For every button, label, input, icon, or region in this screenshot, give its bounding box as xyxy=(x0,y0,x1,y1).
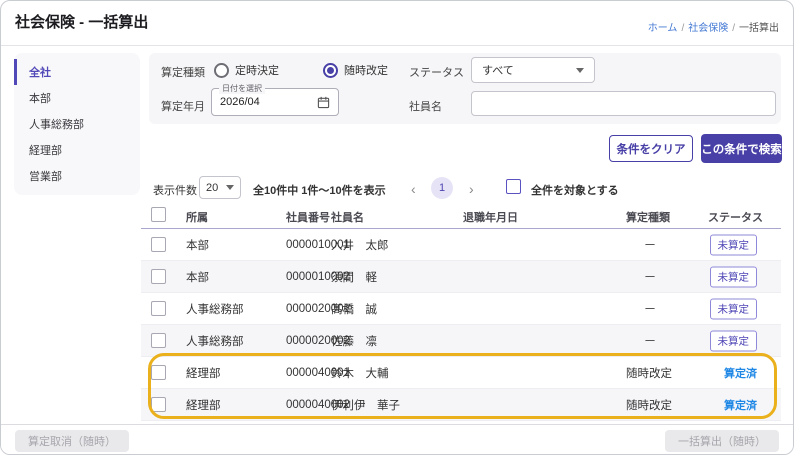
radio-icon xyxy=(323,62,338,78)
sidebar-item-4[interactable]: 営業部 xyxy=(14,163,140,189)
page-size-label: 表示件数 xyxy=(153,185,197,197)
footer-bar: 算定取消（随時） 一括算出（随時） xyxy=(1,424,793,454)
radio-zuiji-kaitei[interactable]: 随時改定 xyxy=(323,62,388,78)
row-checkbox[interactable] xyxy=(151,269,166,284)
row-checkbox[interactable] xyxy=(151,237,166,252)
chevron-left-icon[interactable]: ‹ xyxy=(411,182,416,196)
employee-name-input[interactable] xyxy=(471,91,776,116)
batch-calculate-button[interactable]: 一括算出（随時） xyxy=(665,430,779,452)
app-window: 社会保険 - 一括算出 ホーム / 社会保険 / 一括算出 全社 本部 人事総務部 経理… xyxy=(0,0,794,455)
chevron-right-icon[interactable]: › xyxy=(469,182,474,196)
header-employee-no: 社員番号 xyxy=(286,212,330,224)
clear-conditions-button[interactable]: 条件をクリア xyxy=(609,135,693,162)
status-badge[interactable]: 算定済 xyxy=(724,365,757,381)
header-checkbox[interactable] xyxy=(151,207,166,222)
table-row[interactable]: 人事総務部 0000020002 佐藤 凛 ー 未算定 xyxy=(141,325,781,357)
sidebar-item-2[interactable]: 人事総務部 xyxy=(14,111,140,137)
select-all-label: 全件を対象とする xyxy=(531,185,619,197)
status-select[interactable]: すべて xyxy=(471,57,595,83)
result-range-text: 全10件中 1件〜10件を表示 xyxy=(253,185,386,197)
header-calc-type: 算定種類 xyxy=(626,212,670,224)
calc-month-label: 算定年月 xyxy=(161,101,205,113)
header-department: 所属 xyxy=(186,212,208,224)
status-badge[interactable]: 算定済 xyxy=(724,397,757,413)
header-status: ステータス xyxy=(708,212,763,224)
table-row[interactable]: 本部 0000010001 入井 太郎 ー 未算定 xyxy=(141,229,781,261)
table-header: 所属 社員番号 社員名 退職年月日 算定種類 ステータス xyxy=(141,204,781,229)
table-row[interactable]: 本部 0000010002 須間 軽 ー 未算定 xyxy=(141,261,781,293)
radio-teiji-kettei[interactable]: 定時決定 xyxy=(214,62,279,78)
breadcrumb-home-link[interactable]: ホーム xyxy=(648,23,678,34)
calc-type-label: 算定種類 xyxy=(161,67,205,79)
row-checkbox[interactable] xyxy=(151,333,166,348)
row-checkbox[interactable] xyxy=(151,365,166,380)
breadcrumb-separator: / xyxy=(681,23,685,34)
chevron-down-icon xyxy=(226,185,234,190)
sidebar-nav: 全社 本部 人事総務部 経理部 営業部 xyxy=(14,53,140,195)
status-badge[interactable]: 未算定 xyxy=(709,234,757,255)
breadcrumb: ホーム / 社会保険 / 一括算出 xyxy=(648,19,779,34)
table-row[interactable]: 経理部 0000040001 鈴木 大輔 随時改定 算定済 xyxy=(141,357,781,389)
date-field-floating-label: 日付を選択 xyxy=(219,83,265,94)
breadcrumb-separator: / xyxy=(732,23,735,34)
table-row[interactable]: 人事総務部 0000020001 髙橋 誠 ー 未算定 xyxy=(141,293,781,325)
select-all-checkbox[interactable] xyxy=(506,179,521,194)
search-button[interactable]: この条件で検索 xyxy=(701,134,782,163)
table-body: 本部 0000010001 入井 太郎 ー 未算定 本部 0000010002 … xyxy=(141,229,781,421)
status-badge[interactable]: 未算定 xyxy=(709,330,757,351)
row-checkbox[interactable] xyxy=(151,301,166,316)
page-title: 社会保険 - 一括算出 xyxy=(15,14,149,31)
row-checkbox[interactable] xyxy=(151,397,166,412)
status-filter-label: ステータス xyxy=(409,67,464,79)
page-number-button[interactable]: 1 xyxy=(431,177,453,199)
breadcrumb-current: 一括算出 xyxy=(739,23,779,34)
header-retirement-date: 退職年月日 xyxy=(463,212,518,224)
chevron-down-icon xyxy=(576,67,584,73)
status-badge[interactable]: 未算定 xyxy=(709,298,757,319)
page-size-select[interactable]: 20 xyxy=(199,176,241,199)
table-row[interactable]: 経理部 0000040002 伊利伊 華子 随時改定 算定済 xyxy=(141,389,781,421)
cancel-calculation-button[interactable]: 算定取消（随時） xyxy=(15,430,129,452)
status-badge[interactable]: 未算定 xyxy=(709,266,757,287)
sidebar-item-1[interactable]: 本部 xyxy=(14,85,140,111)
sidebar-item-0[interactable]: 全社 xyxy=(14,59,140,85)
calendar-icon[interactable] xyxy=(317,96,330,109)
radio-icon xyxy=(214,62,229,78)
employee-name-label: 社員名 xyxy=(409,101,442,113)
header-divider xyxy=(1,45,793,46)
calc-month-input[interactable] xyxy=(220,96,300,108)
breadcrumb-social-insurance-link[interactable]: 社会保険 xyxy=(688,23,728,34)
sidebar-item-3[interactable]: 経理部 xyxy=(14,137,140,163)
header-employee-name: 社員名 xyxy=(331,212,364,224)
